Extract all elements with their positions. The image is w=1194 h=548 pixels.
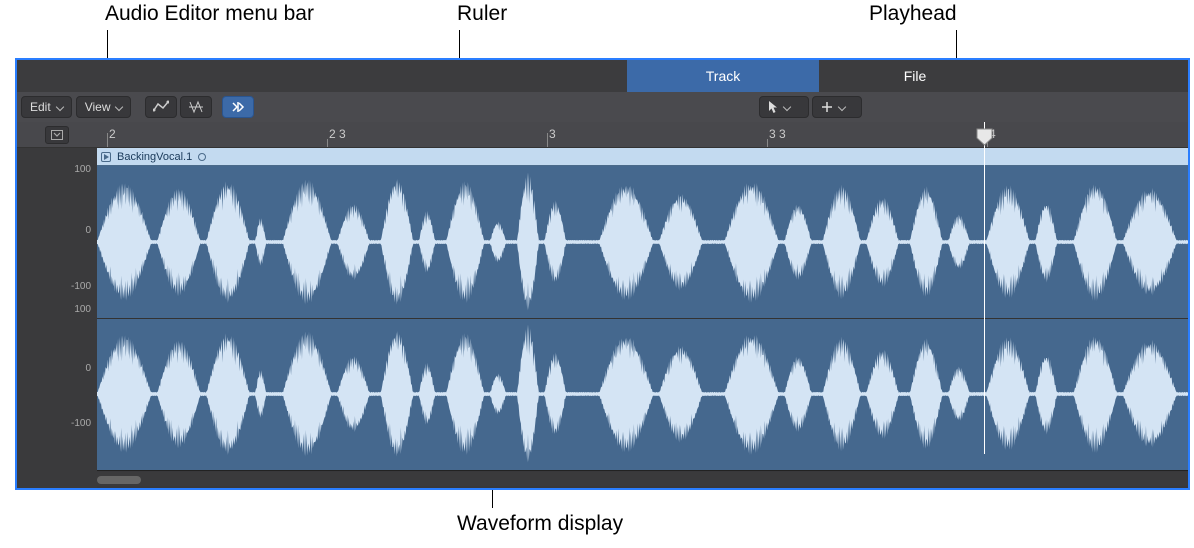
inspector-toggle-button[interactable]	[45, 126, 69, 144]
ruler-mark: 3	[549, 127, 556, 141]
amplitude-label: 100	[74, 304, 91, 315]
amplitude-gutter: 100 0 -100 100 0 -100	[17, 122, 97, 488]
catch-playhead-icon[interactable]	[222, 96, 254, 118]
chevron-down-icon	[115, 104, 122, 111]
amplitude-scale: 100 0 -100 100 0 -100	[17, 148, 97, 488]
edit-menu[interactable]: Edit	[21, 96, 72, 118]
chevron-down-icon	[56, 104, 63, 111]
region-name-label: BackingVocal.1	[117, 151, 192, 163]
scroll-thumb[interactable]	[97, 476, 141, 484]
callout-menubar: Audio Editor menu bar	[105, 2, 314, 26]
callout-ruler: Ruler	[457, 2, 507, 26]
ruler-tick	[547, 133, 548, 147]
audio-editor-toolbar: Edit View	[17, 92, 1188, 122]
ruler-mark: 2 3	[329, 127, 346, 141]
callout-playhead: Playhead	[869, 2, 957, 26]
amplitude-label: 100	[74, 164, 91, 175]
amplitude-label: -100	[71, 281, 91, 292]
chevron-box-icon	[51, 130, 63, 140]
pointer-icon	[768, 100, 778, 114]
timeline-ruler[interactable]: 2 2 3 3 3 3 4	[97, 122, 1188, 148]
editor-tab-bar: Track File	[17, 60, 1188, 92]
secondary-tool-menu[interactable]	[812, 96, 862, 118]
view-menu[interactable]: View	[76, 96, 132, 118]
automation-line-icon[interactable]	[145, 96, 177, 118]
region-loop-icon	[198, 153, 206, 161]
ruler-mark: 3 3	[769, 127, 786, 141]
ruler-mark: 2	[109, 127, 116, 141]
region-play-icon	[101, 152, 111, 162]
plus-icon	[821, 101, 833, 113]
edit-menu-label: Edit	[30, 100, 51, 114]
amplitude-label: -100	[71, 418, 91, 429]
ruler-tick	[327, 139, 328, 147]
region-header[interactable]: BackingVocal.1	[97, 148, 1188, 166]
amplitude-label: 0	[85, 363, 91, 374]
chevron-down-icon	[783, 104, 790, 111]
pointer-tool-menu[interactable]	[759, 96, 809, 118]
playhead[interactable]	[984, 122, 985, 454]
ruler-tick	[107, 133, 108, 147]
tab-track[interactable]: Track	[627, 60, 819, 92]
tab-file[interactable]: File	[819, 60, 1011, 92]
view-menu-label: View	[85, 100, 111, 114]
content-area: 2 2 3 3 3 3 4 BackingVocal.1	[97, 122, 1188, 488]
audio-editor-window: Track File Edit View	[15, 58, 1190, 490]
waveform-display[interactable]	[97, 166, 1188, 470]
stereo-divider	[97, 318, 1188, 319]
callout-waveform: Waveform display	[457, 512, 623, 536]
flex-icon[interactable]	[180, 96, 212, 118]
amplitude-label: 0	[85, 225, 91, 236]
horizontal-scrollbar[interactable]	[17, 472, 1188, 486]
chevron-down-icon	[838, 104, 845, 111]
gutter-header	[17, 122, 97, 148]
editor-main-area: 100 0 -100 100 0 -100 2 2 3 3 3 3 4	[17, 122, 1188, 488]
ruler-tick	[767, 139, 768, 147]
playhead-handle-icon	[976, 128, 993, 146]
